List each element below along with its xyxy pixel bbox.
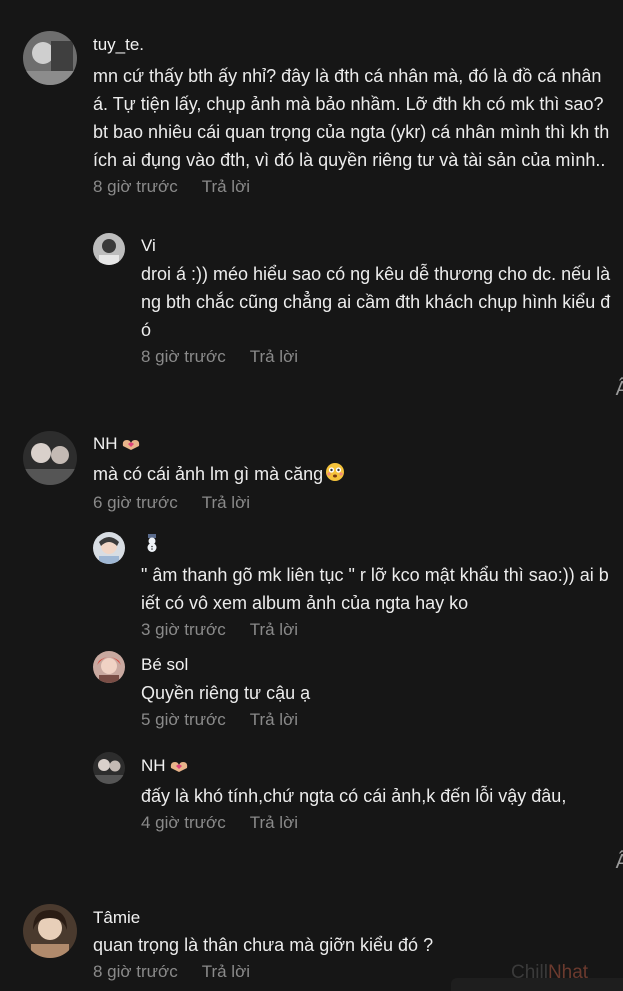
comment-meta: 8 giờ trước Trả lời <box>93 176 611 198</box>
avatar[interactable] <box>93 532 125 564</box>
comment-text: " âm thanh gõ mk liên tục " r lỡ kco mật… <box>141 565 609 613</box>
comment-author[interactable] <box>141 534 611 558</box>
avatar[interactable] <box>23 904 77 958</box>
reply-button[interactable]: Trả lời <box>250 620 298 639</box>
avatar[interactable] <box>93 233 125 265</box>
comment-author[interactable]: NH <box>93 433 611 457</box>
comment-meta: 4 giờ trước Trả lời <box>141 812 611 834</box>
watermark-part2: Nhat <box>547 962 589 983</box>
heart-hands-icon <box>168 757 190 779</box>
comment-author[interactable]: Vi <box>141 235 611 257</box>
comment-time: 8 giờ trước <box>141 347 226 366</box>
comment-time: 4 giờ trước <box>141 813 226 832</box>
comment-time: 6 giờ trước <box>93 493 178 512</box>
avatar[interactable] <box>93 651 125 683</box>
avatar[interactable] <box>23 31 77 85</box>
reply-button[interactable]: Trả lời <box>202 493 250 512</box>
reply-button[interactable]: Trả lời <box>250 813 298 832</box>
comment-text-content: mà có cái ảnh lm gì mà căng <box>93 464 324 484</box>
hide-replies-button[interactable]: Ẩ <box>616 851 623 874</box>
comment-time: 8 giờ trước <box>93 962 178 981</box>
comment-text: droi á :)) méo hiểu sao có ng kêu dễ thư… <box>141 264 611 340</box>
reply-button[interactable]: Trả lời <box>202 962 250 981</box>
comment-time: 3 giờ trước <box>141 620 226 639</box>
author-name[interactable]: NH <box>141 756 166 775</box>
comment-meta: 6 giờ trước Trả lời <box>93 492 611 514</box>
comment-time: 8 giờ trước <box>93 177 178 196</box>
avatar[interactable] <box>23 431 77 485</box>
comment-meta: 8 giờ trước Trả lời <box>141 346 611 368</box>
comment-text: mn cứ thấy bth ấy nhỉ? đây là đth cá nhâ… <box>93 66 610 170</box>
watermark: ChillNhat <box>511 962 588 984</box>
comment-author[interactable]: NH <box>141 755 611 779</box>
flushed-face-icon <box>325 462 345 490</box>
comment-author[interactable]: Bé sol <box>141 654 611 676</box>
heart-hands-icon <box>120 435 142 457</box>
reply-button[interactable]: Trả lời <box>250 710 298 729</box>
reply-button[interactable]: Trả lời <box>202 177 250 196</box>
watermark-part1: Chill <box>511 962 548 983</box>
comment-author[interactable]: Tâmie <box>93 907 611 929</box>
reply-button[interactable]: Trả lời <box>250 347 298 366</box>
comment-text: quan trọng là thân chưa mà giỡn kiểu đó … <box>93 935 434 955</box>
author-name[interactable]: NH <box>93 434 118 453</box>
comment-author[interactable]: tuy_te. <box>93 34 611 56</box>
comment-text: mà có cái ảnh lm gì mà căng <box>93 460 611 490</box>
hide-replies-button[interactable]: Ẩ <box>616 378 623 401</box>
snowman-icon <box>145 534 159 558</box>
comment-text: Quyền riêng tư cậu ạ <box>141 683 311 703</box>
comment-meta: 5 giờ trước Trả lời <box>141 709 611 731</box>
comment-text: đấy là khó tính,chứ ngta có cái ảnh,k đế… <box>141 786 567 806</box>
avatar[interactable] <box>93 752 125 784</box>
comment-time: 5 giờ trước <box>141 710 226 729</box>
comment-meta: 3 giờ trước Trả lời <box>141 619 611 641</box>
